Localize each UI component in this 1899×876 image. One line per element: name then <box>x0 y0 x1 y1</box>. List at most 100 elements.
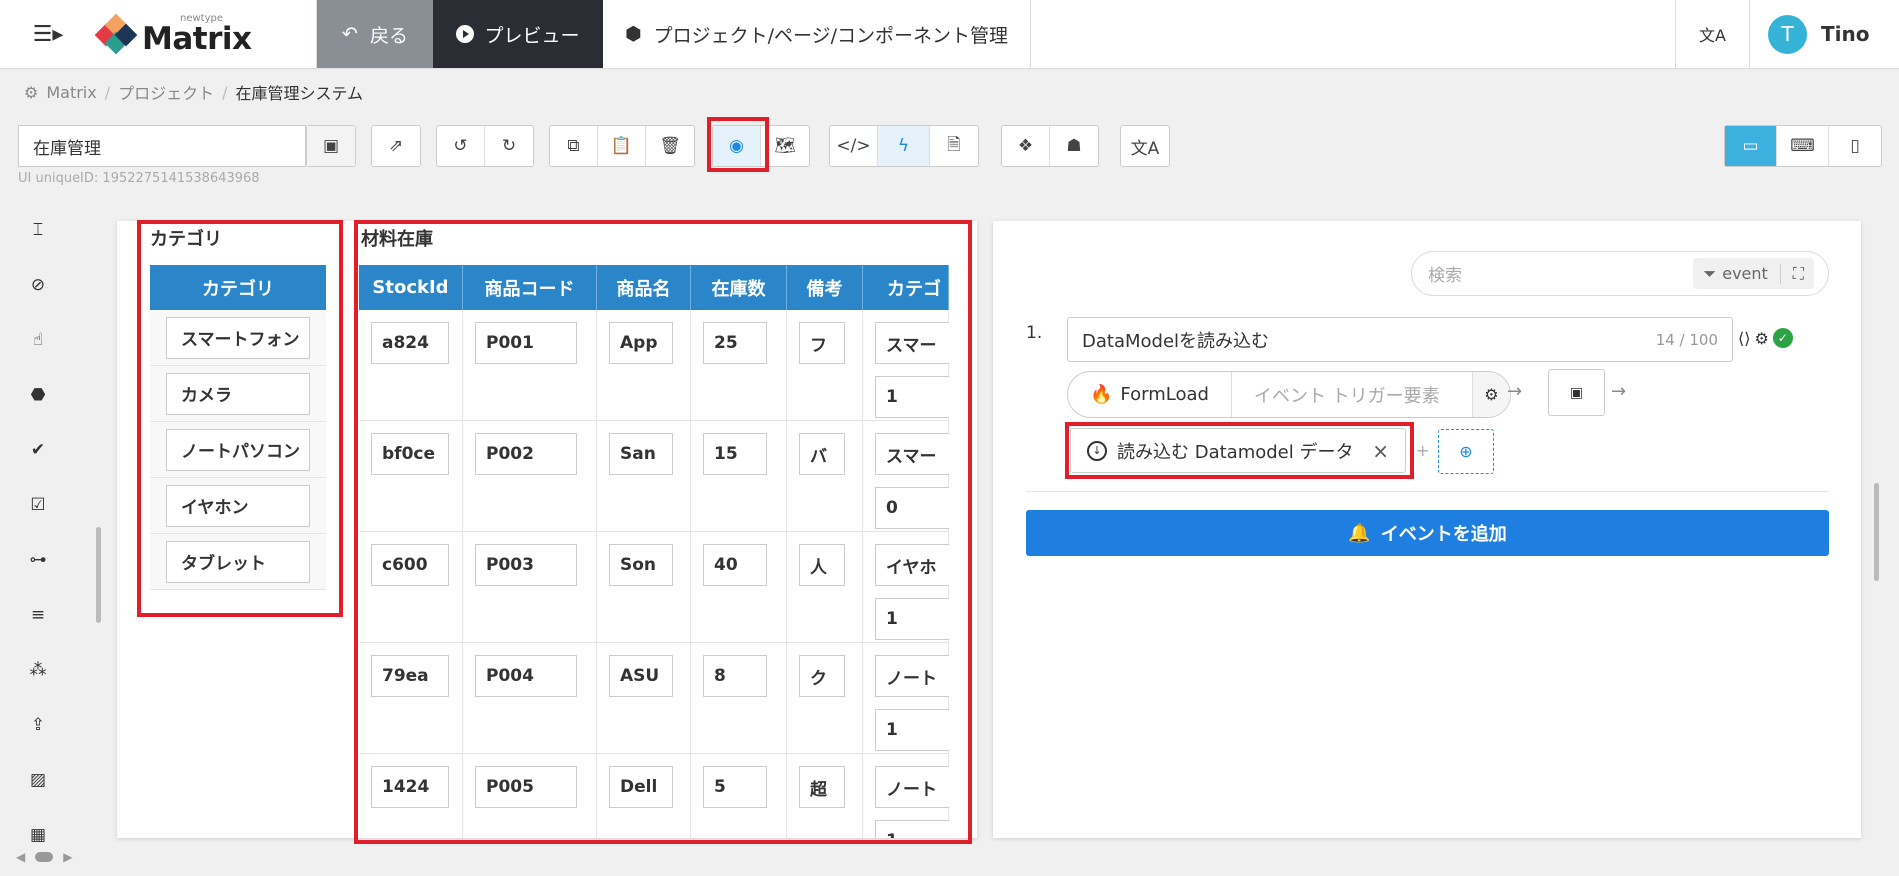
cell-input-extra[interactable]: 1 <box>875 820 949 838</box>
cell-input-note[interactable]: フ <box>799 322 845 364</box>
cell-input-extra[interactable]: 1 <box>875 709 949 751</box>
toggle-component-tool[interactable]: ⊶ <box>26 548 50 572</box>
page-scrollbar[interactable] <box>1874 483 1879 581</box>
col-product-code[interactable]: 商品コード <box>463 265 597 310</box>
laptop-view-button[interactable]: ⌨ <box>1777 126 1829 166</box>
cell-input-id[interactable]: 1424 <box>371 766 449 808</box>
user-menu[interactable]: T Tino <box>1749 0 1899 68</box>
breadcrumb-item-project[interactable]: プロジェクト <box>118 80 214 104</box>
shapes-component-tool[interactable]: ⁂ <box>26 658 50 682</box>
hamburger-menu-button[interactable]: ☰▸ <box>0 0 96 68</box>
action-item[interactable]: ↓ 読み込む Datamodel データ × <box>1070 428 1406 473</box>
target-element-button[interactable]: ▣ <box>1548 369 1605 416</box>
col-note[interactable]: 備考 <box>787 265 863 310</box>
trigger-element-select[interactable]: イベント トリガー要素 <box>1232 372 1472 417</box>
cell-input-code[interactable]: P003 <box>475 544 577 586</box>
cell-input-cat[interactable]: ノート <box>875 655 949 697</box>
calendar-component-tool[interactable]: ▦ <box>26 823 50 847</box>
cell-input-cat[interactable]: ノート <box>875 766 949 808</box>
cell-input-note[interactable]: 超 <box>799 766 845 808</box>
trigger-settings-button[interactable]: ⚙ <box>1471 372 1510 417</box>
image-component-tool[interactable]: ▨ <box>26 768 50 792</box>
cell-input-note[interactable]: 人 <box>799 544 845 586</box>
open-external-button[interactable]: ⇗ <box>372 126 420 166</box>
cell-input-name[interactable]: App <box>609 322 673 364</box>
category-cell[interactable]: タブレット <box>166 540 310 583</box>
cell-input-qty[interactable]: 5 <box>703 766 767 808</box>
scroll-thumb[interactable] <box>35 852 54 862</box>
text-component-tool[interactable]: ⌶ <box>26 218 50 242</box>
breadcrumb-item-matrix[interactable]: Matrix <box>46 83 96 102</box>
tag-component-tool[interactable]: ⬣ <box>26 383 50 407</box>
col-stock-qty[interactable]: 在庫数 <box>691 265 787 310</box>
check-icon[interactable]: ✓ <box>1772 328 1793 348</box>
user-secret-button[interactable]: ☗ <box>1050 126 1098 166</box>
manage-button[interactable]: ⬢ プロジェクト/ページ/コンポーネント管理 <box>603 0 1032 68</box>
cell-input-id[interactable]: a824 <box>371 322 449 364</box>
map-button[interactable]: 🗺 <box>761 126 809 166</box>
code-button[interactable]: </> <box>830 126 878 166</box>
undo-button[interactable]: ↺ <box>437 126 485 166</box>
col-stockid[interactable]: StockId <box>359 265 463 310</box>
cell-input-extra[interactable]: 0 <box>875 487 949 529</box>
code-toggle-icon[interactable]: ⟨⟩ <box>1738 329 1750 348</box>
category-cell[interactable]: カメラ <box>166 372 310 415</box>
app-logo[interactable]: newtype Matrix <box>94 0 316 68</box>
cell-input-extra[interactable]: 1 <box>875 376 949 418</box>
add-event-button[interactable]: 🔔 イベントを追加 <box>1026 510 1829 556</box>
cell-input-note[interactable]: バ <box>799 433 845 475</box>
add-action-button[interactable]: ⊕ <box>1438 429 1494 474</box>
upload-component-tool[interactable]: ⇪ <box>26 713 50 737</box>
cell-input-cat[interactable]: スマー <box>875 322 949 364</box>
cell-input-id[interactable]: 79ea <box>371 655 449 697</box>
back-button[interactable]: ↶ 戻る <box>317 0 433 68</box>
paste-button[interactable]: 📋 <box>598 126 646 166</box>
desktop-view-button[interactable]: ▭ <box>1725 126 1777 166</box>
preview-toggle-button[interactable]: ◉ <box>713 126 761 166</box>
script-button[interactable]: 🗎 <box>930 126 978 166</box>
cell-input-id[interactable]: c600 <box>371 544 449 586</box>
translate-button[interactable]: 文A <box>1121 126 1169 166</box>
pointer-component-tool[interactable]: ☝ <box>26 328 50 352</box>
category-cell[interactable]: ノートパソコン <box>166 428 310 471</box>
cell-input-qty[interactable]: 40 <box>703 544 767 586</box>
cell-input-cat[interactable]: スマー <box>875 433 949 475</box>
event-button[interactable]: ϟ <box>878 126 930 166</box>
cell-input-code[interactable]: P002 <box>475 433 577 475</box>
cell-input-name[interactable]: Dell <box>609 766 673 808</box>
cell-input-qty[interactable]: 8 <box>703 655 767 697</box>
trigger-event-select[interactable]: 🔥 FormLoad <box>1068 372 1232 417</box>
category-cell[interactable]: スマートフォン <box>166 316 310 359</box>
remove-action-icon[interactable]: × <box>1372 439 1389 463</box>
checkbox-component-tool[interactable]: ☑ <box>26 493 50 517</box>
col-product-name[interactable]: 商品名 <box>597 265 691 310</box>
hidden-component-tool[interactable]: ⊘ <box>26 273 50 297</box>
event-search-input[interactable]: 検索 ⏷ event ⛶ <box>1411 251 1829 296</box>
toolbox-scrollbar[interactable] <box>96 527 101 623</box>
cell-input-extra[interactable]: 1 <box>875 598 949 640</box>
preview-button[interactable]: プレビュー <box>433 0 603 68</box>
copy-button[interactable]: ⧉ <box>550 126 598 166</box>
cell-input-qty[interactable]: 15 <box>703 433 767 475</box>
event-filter[interactable]: ⏷ event ⛶ <box>1693 258 1814 289</box>
cell-input-note[interactable]: ク <box>799 655 845 697</box>
cell-input-code[interactable]: P001 <box>475 322 577 364</box>
cell-input-cat[interactable]: イヤホ <box>875 544 949 586</box>
horizontal-scrollbar[interactable]: ◀ ▶ <box>16 850 72 864</box>
cell-input-code[interactable]: P005 <box>475 766 577 808</box>
radio-component-tool[interactable]: ✔ <box>26 438 50 462</box>
camera-button[interactable]: ▣ <box>307 126 355 166</box>
cell-input-code[interactable]: P004 <box>475 655 577 697</box>
delete-button[interactable]: 🗑 <box>646 126 694 166</box>
cell-input-name[interactable]: Son <box>609 544 673 586</box>
language-button[interactable]: 文A <box>1675 0 1749 68</box>
cell-input-id[interactable]: bf0ce <box>371 433 449 475</box>
mobile-view-button[interactable]: ▯ <box>1829 126 1881 166</box>
cell-input-name[interactable]: San <box>609 433 673 475</box>
event-name-input[interactable]: DataModelを読み込む 14 / 100 <box>1067 317 1733 362</box>
list-component-tool[interactable]: ≡ <box>26 603 50 627</box>
page-name-input[interactable]: 在庫管理 <box>18 125 306 167</box>
col-category[interactable]: カテゴ <box>863 265 949 310</box>
cell-input-qty[interactable]: 25 <box>703 322 767 364</box>
gear-icon[interactable]: ⚙ <box>1754 329 1768 348</box>
